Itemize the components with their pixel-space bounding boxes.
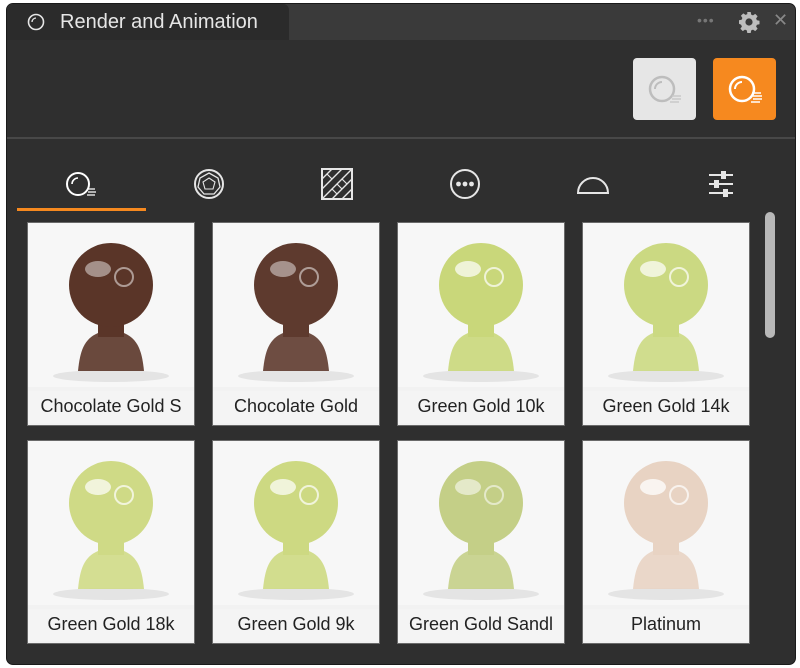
material-card[interactable]: Chocolate Gold S — [27, 222, 195, 426]
animation-render-button[interactable] — [713, 58, 776, 120]
more-circle-icon — [450, 169, 480, 199]
dome-icon — [576, 177, 610, 194]
material-card[interactable]: Green Gold 14k — [582, 222, 750, 426]
material-card[interactable]: Chocolate Gold — [212, 222, 380, 426]
material-preview-thumbnail — [28, 441, 194, 605]
sphere-animation-icon — [728, 75, 762, 103]
gear-icon[interactable] — [737, 10, 761, 34]
material-label: Chocolate Gold S — [28, 391, 194, 423]
material-preview-thumbnail — [398, 223, 564, 387]
sphere-still-icon — [648, 75, 681, 103]
material-label: Green Gold 10k — [398, 391, 564, 423]
sliders-icon — [709, 171, 733, 197]
material-card[interactable]: Green Gold Sandl — [397, 440, 565, 644]
material-card[interactable]: Green Gold 9k — [212, 440, 380, 644]
render-toolbar — [7, 40, 795, 139]
render-animation-panel: Render and Animation ••• ✕ Chocolate Gol… — [6, 3, 796, 665]
material-sphere-icon — [66, 172, 96, 196]
tab-gems[interactable] — [145, 154, 273, 210]
material-label: Green Gold Sandl — [398, 609, 564, 641]
material-card[interactable]: Platinum — [582, 440, 750, 644]
material-preview-thumbnail — [213, 441, 379, 605]
material-label: Chocolate Gold — [213, 391, 379, 423]
close-icon[interactable]: ✕ — [773, 10, 788, 31]
tab-more[interactable] — [401, 154, 529, 210]
material-card[interactable]: Green Gold 10k — [397, 222, 565, 426]
panel-title: Render and Animation — [60, 11, 258, 33]
material-preview-thumbnail — [398, 441, 564, 605]
panel-tab[interactable]: Render and Animation — [7, 4, 289, 40]
still-render-button[interactable] — [633, 58, 696, 120]
tab-textures[interactable] — [273, 154, 401, 210]
render-sphere-icon — [27, 13, 45, 31]
material-preview-thumbnail — [213, 223, 379, 387]
material-preview-thumbnail — [583, 223, 749, 387]
gem-icon — [194, 169, 224, 199]
more-options-icon[interactable]: ••• — [697, 12, 715, 28]
material-label: Green Gold 18k — [28, 609, 194, 641]
material-label: Green Gold 9k — [213, 609, 379, 641]
title-bar: Render and Animation ••• ✕ — [7, 4, 795, 40]
texture-pattern-icon — [321, 168, 353, 200]
material-label: Platinum — [583, 609, 749, 641]
material-preview-thumbnail — [28, 223, 194, 387]
active-tab-indicator — [17, 208, 146, 211]
material-label: Green Gold 14k — [583, 391, 749, 423]
library-tabs — [7, 154, 795, 214]
tab-settings[interactable] — [657, 154, 785, 210]
material-card[interactable]: Green Gold 18k — [27, 440, 195, 644]
tab-materials[interactable] — [17, 154, 145, 210]
tab-environment[interactable] — [529, 154, 657, 210]
scrollbar-thumb[interactable] — [765, 212, 775, 338]
material-preview-thumbnail — [583, 441, 749, 605]
